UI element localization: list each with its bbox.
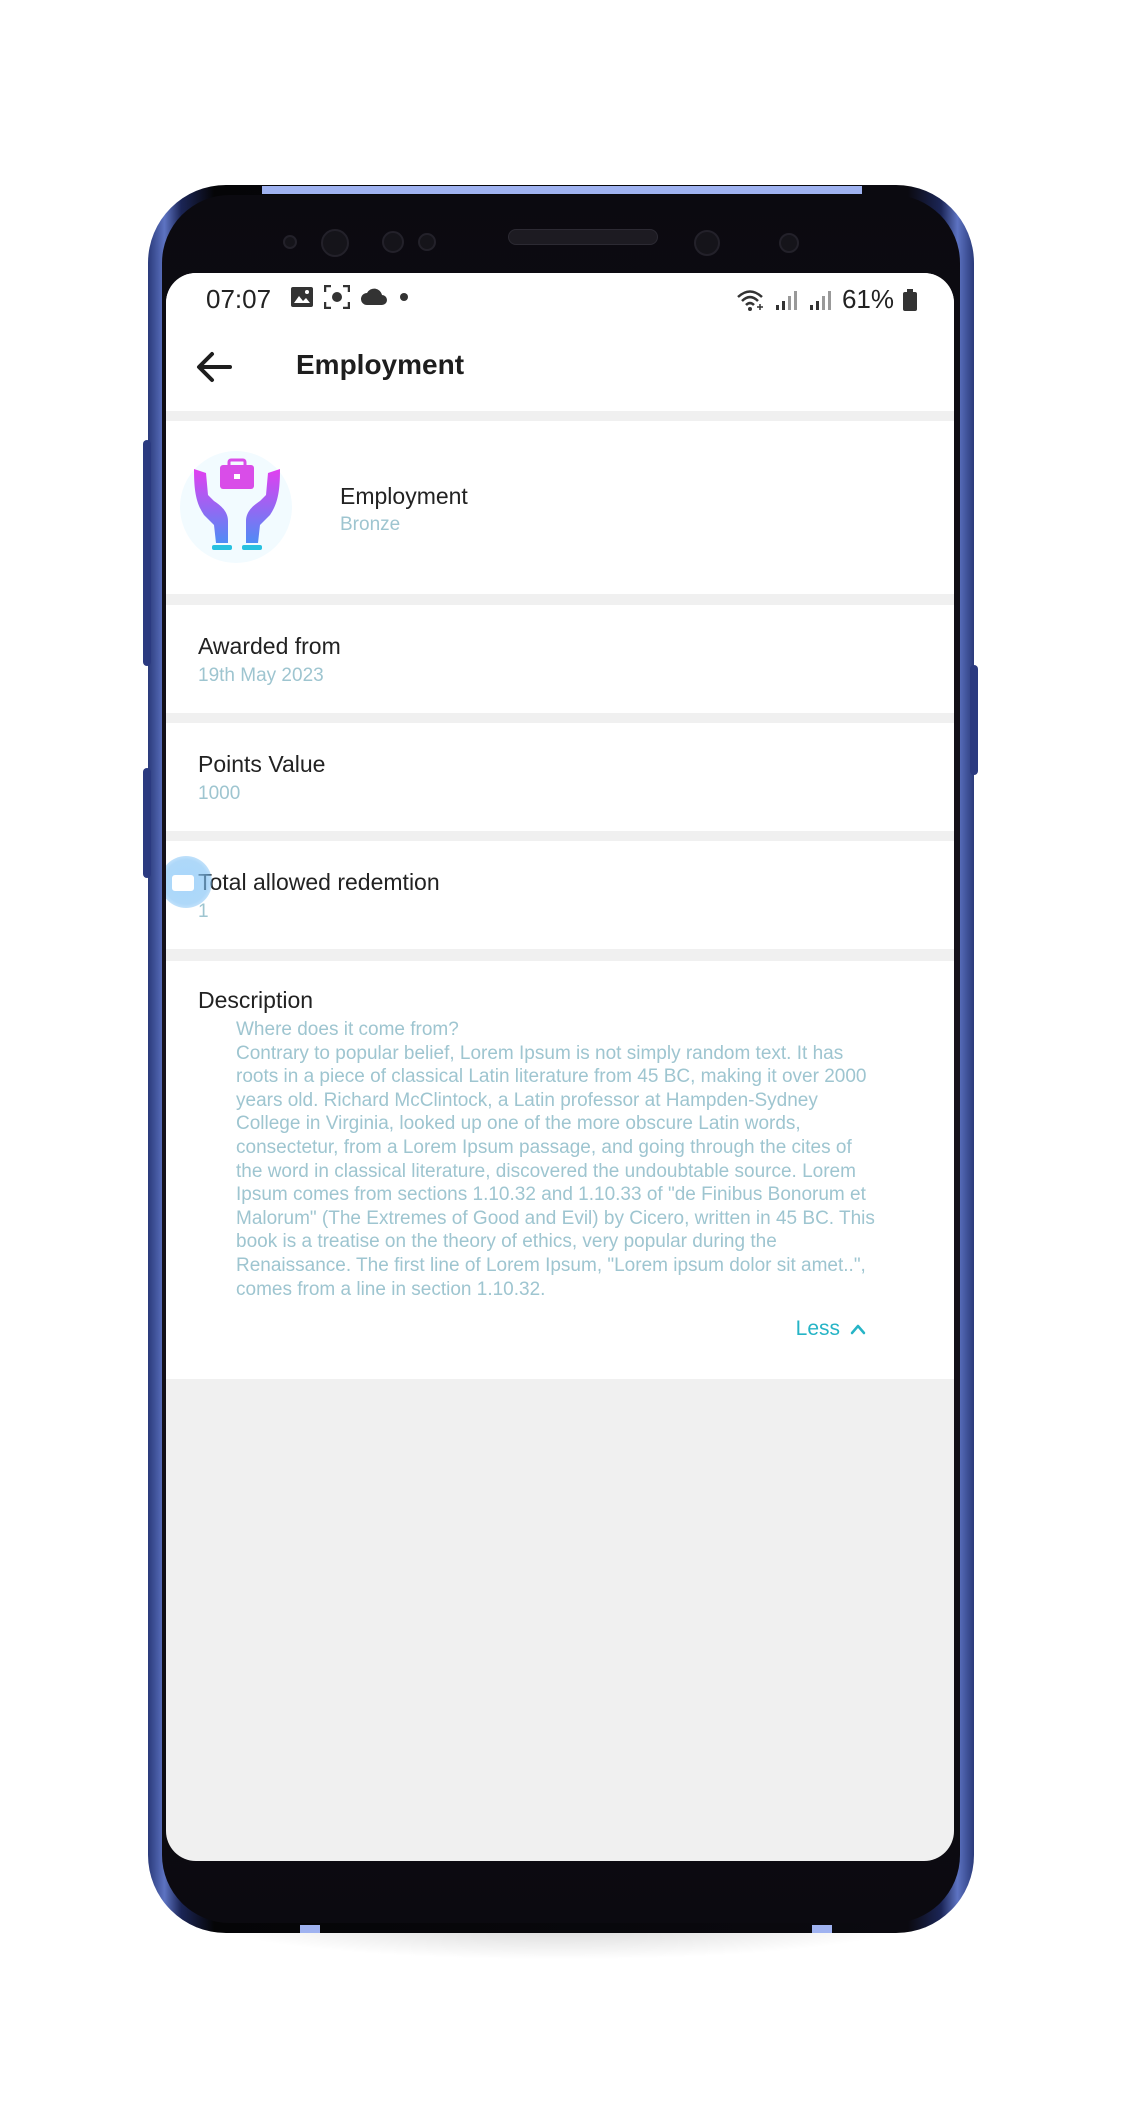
redemption-label: Total allowed redemtion [198, 869, 440, 895]
battery-percent: 61% [841, 284, 894, 314]
cloud-icon [361, 288, 387, 305]
badge-level: Bronze [340, 514, 401, 535]
gallery-icon [291, 287, 313, 307]
signal-icon [775, 290, 797, 310]
points-value-value: 1000 [198, 783, 241, 804]
sensor-icon [283, 235, 297, 249]
awarded-from-value: 19th May 2023 [198, 665, 324, 686]
led-icon [779, 233, 799, 253]
points-value-label: Points Value [198, 751, 326, 777]
description-heading: Description [198, 987, 314, 1013]
badge-name: Employment [340, 483, 468, 509]
phone-screen: 07:07 61% Employment Employment Bronze A… [166, 273, 954, 1861]
volume-button [143, 440, 151, 666]
status-left-icons [290, 285, 410, 309]
status-bar: 07:07 61% [166, 273, 954, 323]
wifi-icon [737, 289, 763, 311]
proximity-sensor-icon [418, 233, 436, 251]
status-time: 07:07 [206, 284, 272, 314]
hands-briefcase-icon [194, 458, 280, 550]
dot-icon [400, 293, 408, 301]
bixby-button [143, 768, 151, 878]
frame-bottom-accent [300, 1925, 320, 1933]
awarded-from-card: Awarded from 19th May 2023 [166, 605, 954, 713]
iris-sensor-icon [382, 231, 404, 253]
redemption-card: Total allowed redemtion 1 [166, 841, 954, 949]
frame-top-strip [262, 186, 862, 194]
less-button[interactable]: Less [796, 1317, 866, 1341]
iris-camera-icon [694, 230, 720, 256]
app-bar: Employment [166, 323, 954, 411]
chevron-up-icon [850, 1324, 866, 1335]
frame-bottom-accent [812, 1925, 832, 1933]
battery-icon [903, 288, 917, 311]
description-text: Where does it come from? Contrary to pop… [236, 1019, 875, 1300]
power-button [970, 665, 978, 775]
back-button[interactable] [194, 349, 234, 385]
points-value-card: Points Value 1000 [166, 723, 954, 831]
status-right-icons: 61% [736, 284, 918, 315]
touch-indicator-inner [172, 875, 194, 891]
redemption-value: 1 [198, 901, 209, 922]
arrow-left-icon [197, 352, 232, 382]
front-camera-icon [321, 229, 349, 257]
badge-card: Employment Bronze [166, 421, 954, 594]
screenshot-icon [324, 285, 350, 309]
less-label: Less [795, 1317, 840, 1340]
earpiece-speaker [508, 229, 658, 245]
badge-avatar [180, 451, 292, 563]
awarded-from-label: Awarded from [198, 633, 341, 659]
page-title: Employment [296, 349, 465, 380]
description-card: Description Where does it come from? Con… [166, 961, 954, 1379]
signal-icon [809, 290, 831, 310]
